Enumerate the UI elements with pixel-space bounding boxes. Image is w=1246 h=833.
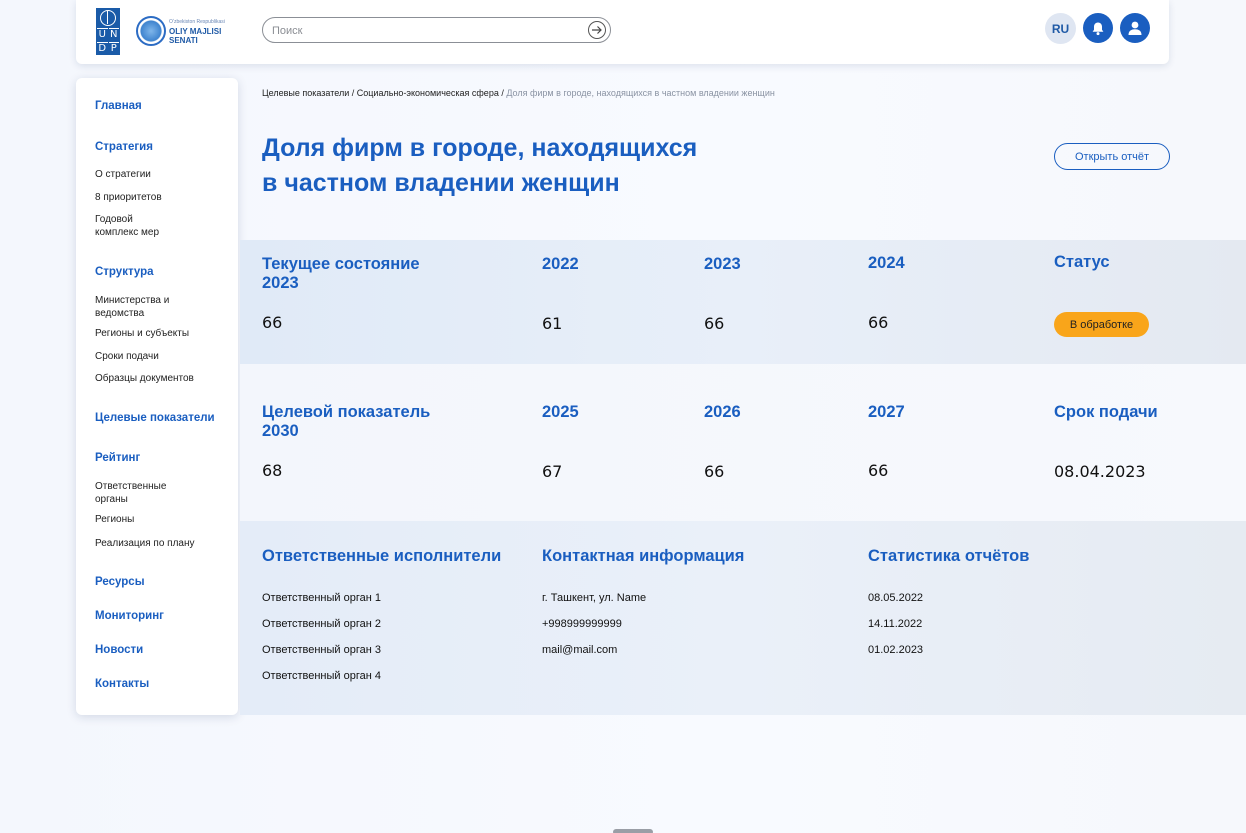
- status-label: Статус: [1054, 253, 1110, 271]
- executor-item: Ответственный орган 3: [262, 644, 381, 656]
- report-date: 14.11.2022: [868, 618, 923, 630]
- undp-letters: UN DP: [97, 28, 119, 54]
- year-value-2026: 66: [704, 462, 725, 481]
- contact-email[interactable]: mail@mail.com: [542, 644, 617, 656]
- breadcrumb-link-targets[interactable]: Целевые показатели: [262, 88, 349, 98]
- year-header-2024: 2024: [868, 254, 905, 272]
- year-header-2026: 2026: [704, 403, 741, 421]
- report-stats-title: Статистика отчётов: [868, 547, 1030, 565]
- breadcrumb: Целевые показатели / Социально-экономиче…: [262, 88, 775, 98]
- year-header-2027: 2027: [868, 403, 905, 421]
- senat-emblem-icon: [136, 16, 166, 46]
- sidebar-subitem-about-strategy[interactable]: О стратегии: [95, 168, 151, 181]
- sidebar-subitem-document-samples[interactable]: Образцы документов: [95, 372, 194, 385]
- year-value-2024: 66: [868, 313, 889, 332]
- sidebar-item-monitoring[interactable]: Мониторинг: [95, 610, 164, 622]
- sidebar-item-structure[interactable]: Структура: [95, 266, 154, 278]
- year-header-2025: 2025: [542, 403, 579, 421]
- sidebar-subitem-priorities[interactable]: 8 приоритетов: [95, 191, 162, 204]
- status-badge: В обработке: [1054, 312, 1149, 337]
- year-value-2025: 67: [542, 462, 563, 481]
- scroll-indicator[interactable]: [613, 829, 653, 833]
- search-submit-button[interactable]: [588, 21, 606, 39]
- year-header-2022: 2022: [542, 255, 579, 273]
- report-date: 01.02.2023: [868, 644, 924, 656]
- sidebar-subitem-regions-subjects[interactable]: Регионы и субъекты: [95, 327, 189, 340]
- page-title: Доля фирм в городе, находящихся в частно…: [262, 134, 698, 197]
- sidebar-item-resources[interactable]: Ресурсы: [95, 576, 145, 588]
- sidebar-subitem-ministries[interactable]: Министерства и ведомства: [95, 294, 175, 320]
- target-label: Целевой показатель 2030: [262, 403, 431, 440]
- search-box: [262, 17, 611, 43]
- sidebar-nav: Главная Стратегия О стратегии 8 приорите…: [76, 78, 238, 715]
- executor-item: Ответственный орган 4: [262, 670, 381, 682]
- sidebar-subitem-plan-implementation[interactable]: Реализация по плану: [95, 537, 195, 550]
- sidebar-subitem-regions[interactable]: Регионы: [95, 513, 134, 526]
- executors-title: Ответственные исполнители: [262, 547, 502, 565]
- breadcrumb-current: Доля фирм в городе, находящихся в частно…: [506, 88, 775, 98]
- notifications-button[interactable]: [1083, 13, 1113, 43]
- deadline-label: Срок подачи: [1054, 403, 1158, 421]
- contact-phone[interactable]: +998999999999: [542, 618, 622, 630]
- sidebar-subitem-responsible-bodies[interactable]: Ответственные органы: [95, 480, 175, 506]
- senat-logo[interactable]: Oʻzbekiston Respublikasi OLIY MAJLISI SE…: [136, 16, 225, 46]
- sidebar-item-contacts[interactable]: Контакты: [95, 678, 149, 690]
- target-value: 68: [262, 461, 283, 480]
- sidebar-subitem-annual-measures[interactable]: Годовой комплекс мер: [95, 213, 177, 239]
- current-state-label: Текущее состояние 2023: [262, 255, 420, 292]
- year-value-2027: 66: [868, 461, 889, 480]
- target-panel: [240, 364, 1246, 521]
- executor-item: Ответственный орган 2: [262, 618, 381, 630]
- sidebar-item-rating[interactable]: Рейтинг: [95, 452, 140, 464]
- year-value-2023: 66: [704, 314, 725, 333]
- deadline-value: 08.04.2023: [1054, 462, 1146, 481]
- report-date: 08.05.2022: [868, 592, 924, 604]
- un-emblem-icon: [100, 10, 116, 26]
- sidebar-item-home[interactable]: Главная: [95, 100, 142, 112]
- open-report-button[interactable]: Открыть отчёт: [1054, 143, 1170, 170]
- search-input[interactable]: [272, 22, 582, 39]
- sidebar-subitem-deadlines[interactable]: Сроки подачи: [95, 350, 159, 363]
- breadcrumb-link-socio-economic[interactable]: Социально-экономическая сфера: [357, 88, 499, 98]
- current-state-value: 66: [262, 313, 283, 332]
- senat-logo-text: Oʻzbekiston Respublikasi OLIY MAJLISI SE…: [169, 18, 225, 45]
- sidebar-item-news[interactable]: Новости: [95, 644, 143, 656]
- sidebar-item-targets[interactable]: Целевые показатели: [95, 412, 215, 424]
- undp-logo[interactable]: UN DP: [96, 8, 120, 55]
- profile-button[interactable]: [1120, 13, 1150, 43]
- contact-address: г. Ташкент, ул. Name: [542, 592, 647, 604]
- year-header-2023: 2023: [704, 255, 741, 273]
- user-icon: [1128, 21, 1142, 35]
- language-switcher[interactable]: RU: [1045, 13, 1076, 44]
- breadcrumb-separator: /: [349, 88, 357, 98]
- arrow-right-icon: [592, 26, 602, 34]
- top-header: UN DP Oʻzbekiston Respublikasi OLIY MAJL…: [76, 0, 1169, 64]
- sidebar-item-strategy[interactable]: Стратегия: [95, 141, 153, 153]
- year-value-2022: 61: [542, 314, 563, 333]
- bell-icon: [1092, 22, 1104, 35]
- executor-item: Ответственный орган 1: [262, 592, 381, 604]
- contacts-title: Контактная информация: [542, 547, 745, 565]
